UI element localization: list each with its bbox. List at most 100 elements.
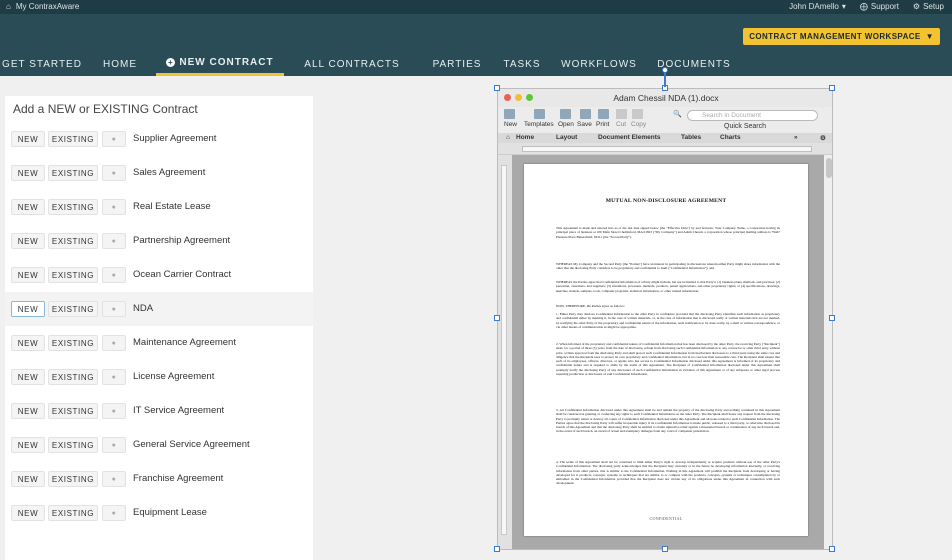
existing-button[interactable]: EXISTING bbox=[48, 131, 98, 147]
tab-documents[interactable]: DOCUMENTS bbox=[648, 52, 740, 76]
radio-icon[interactable]: ● bbox=[102, 335, 126, 351]
tab-label: HOME bbox=[103, 58, 137, 70]
existing-button[interactable]: EXISTING bbox=[48, 471, 98, 487]
radio-icon[interactable]: ● bbox=[102, 403, 126, 419]
horizontal-ruler[interactable] bbox=[498, 143, 832, 155]
document-preview-window[interactable]: Adam Chessil NDA (1).docx New Templates … bbox=[497, 88, 833, 550]
new-button[interactable]: NEW bbox=[11, 437, 45, 453]
setup-link[interactable]: ⚙ Setup bbox=[913, 2, 944, 11]
resize-handle[interactable] bbox=[829, 85, 835, 91]
templates-icon[interactable] bbox=[534, 109, 545, 119]
document-paragraph: WHEREAS the Parties agree that Confident… bbox=[556, 280, 780, 293]
save-icon[interactable] bbox=[580, 109, 591, 119]
new-button[interactable]: NEW bbox=[11, 199, 45, 215]
copy-icon[interactable] bbox=[632, 109, 643, 119]
radio-icon[interactable]: ● bbox=[102, 267, 126, 283]
ribbon-tab-tables[interactable]: Tables bbox=[681, 134, 701, 141]
existing-button[interactable]: EXISTING bbox=[48, 505, 98, 521]
document-title: Adam Chessil NDA (1).docx bbox=[613, 93, 719, 103]
new-button[interactable]: NEW bbox=[11, 165, 45, 181]
existing-button[interactable]: EXISTING bbox=[48, 233, 98, 249]
existing-button[interactable]: EXISTING bbox=[48, 437, 98, 453]
new-tool[interactable]: New bbox=[504, 121, 517, 128]
radio-icon[interactable]: ● bbox=[102, 131, 126, 147]
copy-tool[interactable]: Copy bbox=[631, 121, 646, 128]
window-titlebar: Adam Chessil NDA (1).docx bbox=[498, 89, 832, 107]
user-menu[interactable]: John DAmello ▾ bbox=[789, 2, 846, 11]
radio-icon[interactable]: ● bbox=[102, 505, 126, 521]
cut-tool[interactable]: Cut bbox=[616, 121, 626, 128]
search-document-input[interactable]: Search in Document bbox=[687, 110, 818, 121]
tab-parties[interactable]: PARTIES bbox=[420, 52, 494, 76]
resize-handle[interactable] bbox=[829, 315, 835, 321]
open-tool[interactable]: Open bbox=[558, 121, 574, 128]
new-button[interactable]: NEW bbox=[11, 267, 45, 283]
resize-handle[interactable] bbox=[829, 546, 835, 552]
support-link[interactable]: ⨁ Support bbox=[860, 2, 899, 11]
new-button[interactable]: NEW bbox=[11, 369, 45, 385]
list-item-selected: NEW EXISTING ● NDA bbox=[5, 292, 313, 326]
save-tool[interactable]: Save bbox=[577, 121, 592, 128]
radio-icon[interactable]: ● bbox=[102, 199, 126, 215]
open-icon[interactable] bbox=[560, 109, 571, 119]
ruler-scale bbox=[522, 146, 812, 152]
radio-icon[interactable]: ● bbox=[102, 165, 126, 181]
ribbon-tab-layout[interactable]: Layout bbox=[556, 134, 577, 141]
tab-home[interactable]: HOME bbox=[84, 52, 156, 76]
new-button[interactable]: NEW bbox=[11, 505, 45, 521]
print-tool[interactable]: Print bbox=[596, 121, 609, 128]
new-button[interactable]: NEW bbox=[11, 335, 45, 351]
ribbon-tab-charts[interactable]: Charts bbox=[720, 134, 741, 141]
tab-tasks[interactable]: TASKS bbox=[494, 52, 550, 76]
document-scrollbar[interactable] bbox=[824, 155, 832, 549]
existing-button[interactable]: EXISTING bbox=[48, 267, 98, 283]
vertical-ruler[interactable] bbox=[498, 155, 512, 549]
existing-button[interactable]: EXISTING bbox=[48, 403, 98, 419]
document-page[interactable]: MUTUAL NON-DISCLOSURE AGREEMENT This Agr… bbox=[524, 164, 808, 536]
radio-icon[interactable]: ● bbox=[102, 471, 126, 487]
new-button[interactable]: NEW bbox=[11, 233, 45, 249]
setup-label: Setup bbox=[923, 2, 944, 11]
new-button[interactable]: NEW bbox=[11, 403, 45, 419]
existing-button[interactable]: EXISTING bbox=[48, 199, 98, 215]
tab-new-contract[interactable]: + NEW CONTRACT bbox=[156, 52, 284, 76]
tab-workflows[interactable]: WORKFLOWS bbox=[550, 52, 648, 76]
new-button[interactable]: NEW bbox=[11, 471, 45, 487]
existing-button[interactable]: EXISTING bbox=[48, 165, 98, 181]
quick-search-label: Quick Search bbox=[724, 123, 767, 130]
new-doc-icon[interactable] bbox=[504, 109, 515, 119]
ribbon-tab-home[interactable]: Home bbox=[516, 134, 534, 141]
tab-all-contracts[interactable]: ALL CONTRACTS bbox=[284, 52, 420, 76]
cut-icon[interactable] bbox=[616, 109, 627, 119]
list-item: NEW EXISTING ● Equipment Lease bbox=[5, 496, 313, 530]
existing-button[interactable]: EXISTING bbox=[48, 335, 98, 351]
new-button[interactable]: NEW bbox=[11, 301, 45, 317]
panel-title: Add a NEW or EXISTING Contract bbox=[13, 102, 198, 116]
resize-handle[interactable] bbox=[494, 85, 500, 91]
existing-button[interactable]: EXISTING bbox=[48, 301, 98, 317]
document-canvas[interactable]: MUTUAL NON-DISCLOSURE AGREEMENT This Agr… bbox=[512, 155, 824, 549]
chevron-right-icon[interactable]: » bbox=[794, 134, 798, 141]
scroll-thumb[interactable] bbox=[826, 158, 832, 178]
new-button[interactable]: NEW bbox=[11, 131, 45, 147]
radio-icon[interactable]: ● bbox=[102, 301, 126, 317]
radio-icon[interactable]: ● bbox=[102, 233, 126, 249]
resize-handle[interactable] bbox=[494, 546, 500, 552]
resize-handle[interactable] bbox=[662, 546, 668, 552]
gear-icon[interactable]: ⚙ bbox=[820, 134, 826, 142]
radio-icon[interactable]: ● bbox=[102, 437, 126, 453]
radio-icon[interactable]: ● bbox=[102, 369, 126, 385]
existing-button[interactable]: EXISTING bbox=[48, 369, 98, 385]
home-icon[interactable]: ⌂ bbox=[6, 2, 11, 11]
tab-get-started[interactable]: GET STARTED bbox=[0, 52, 84, 76]
print-icon[interactable] bbox=[598, 109, 609, 119]
templates-tool[interactable]: Templates bbox=[524, 121, 554, 128]
workspace-button[interactable]: CONTRACT MANAGEMENT WORKSPACE ▼ bbox=[743, 28, 940, 45]
tab-label: GET STARTED bbox=[2, 58, 82, 70]
list-item: NEW EXISTING ● Real Estate Lease bbox=[5, 190, 313, 224]
brand-link[interactable]: My ContraxAware bbox=[16, 2, 79, 11]
list-item: NEW EXISTING ● Sales Agreement bbox=[5, 156, 313, 190]
ribbon-tab-document-elements[interactable]: Document Elements bbox=[598, 134, 661, 141]
rotate-handle[interactable] bbox=[662, 67, 668, 73]
resize-handle[interactable] bbox=[494, 315, 500, 321]
